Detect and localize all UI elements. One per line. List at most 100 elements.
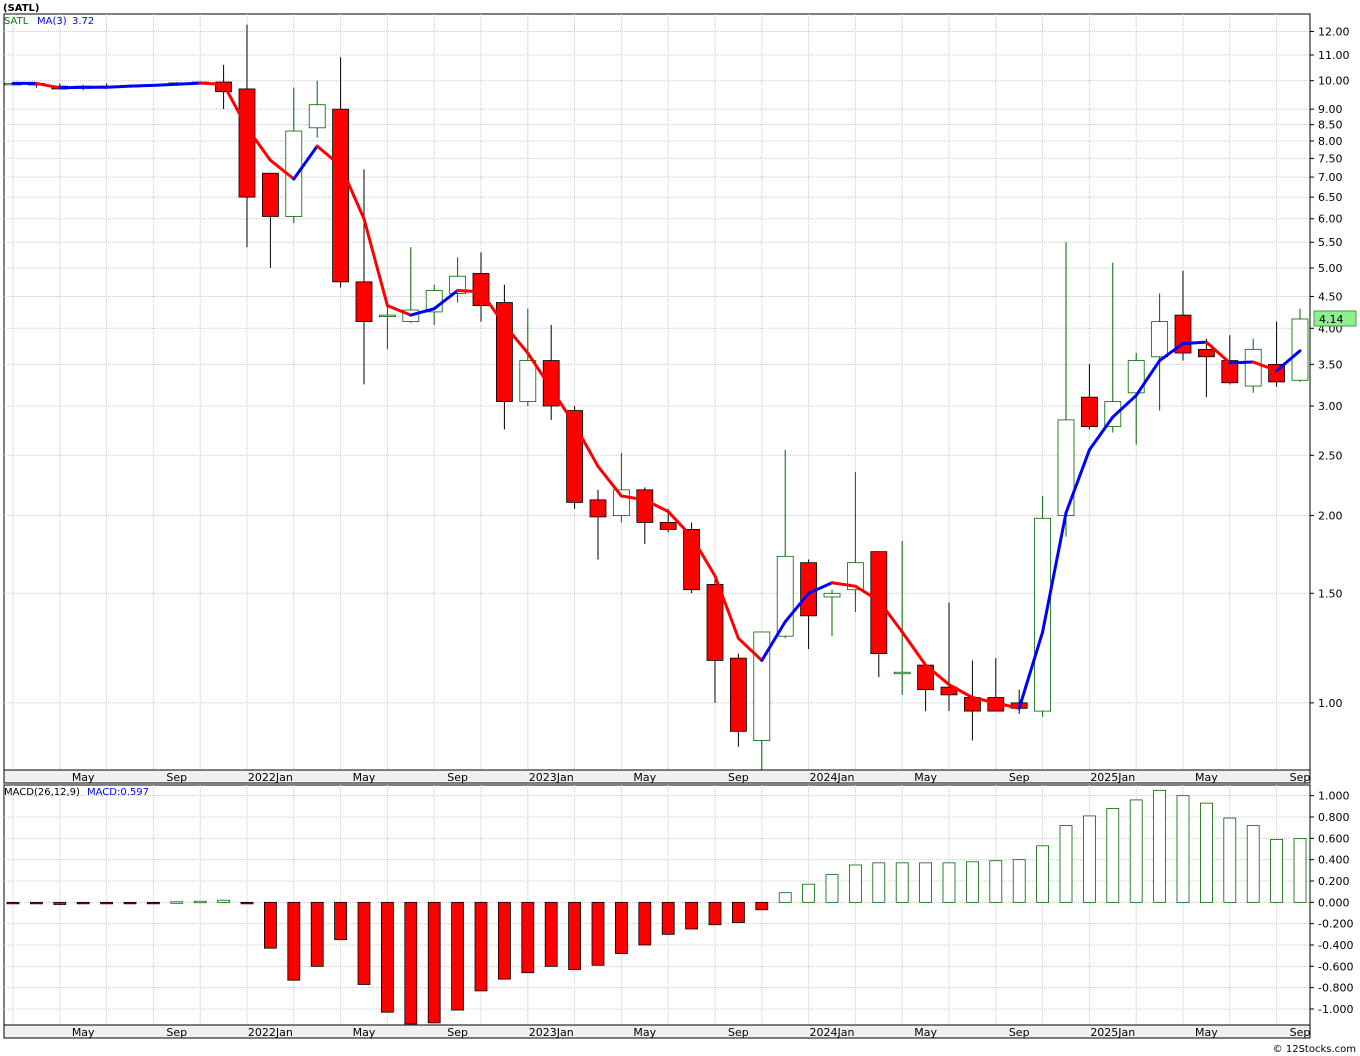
macd-bar — [29, 901, 43, 905]
y-tick-label: 0.200 — [1318, 875, 1350, 888]
y-tick-label: 8.00 — [1318, 135, 1343, 148]
macd-bar — [989, 860, 1003, 903]
stock-chart: 1.001.502.002.503.003.504.004.505.005.50… — [3, 3, 1357, 1055]
x-tick-label: May — [914, 771, 937, 784]
candle-body — [730, 657, 747, 732]
candle-body — [589, 499, 607, 518]
macd-bar — [334, 901, 348, 941]
macd-bar — [708, 901, 722, 926]
macd-bar — [170, 901, 184, 904]
y-tick-label: 1.000 — [1318, 790, 1350, 803]
candle-body — [706, 584, 724, 661]
x-tick-label: 2025Jan — [1090, 1026, 1135, 1039]
macd-bar — [497, 901, 511, 980]
macd-bar — [287, 901, 301, 981]
x-tick-label: Sep — [447, 771, 468, 784]
x-tick-label: 2025Jan — [1090, 771, 1135, 784]
macd-bar — [53, 901, 67, 905]
candle-body — [1034, 517, 1051, 712]
y-tick-label: 8.50 — [1318, 119, 1343, 132]
candle-body — [1151, 321, 1168, 358]
copyright: © 12Stocks.com — [1273, 1044, 1356, 1055]
macd-bar — [778, 892, 792, 903]
macd-bar — [6, 901, 20, 905]
x-tick-label: 2023Jan — [529, 1026, 574, 1039]
macd-bar — [849, 864, 862, 903]
x-tick-label: May — [1195, 771, 1218, 784]
macd-bar — [1129, 799, 1143, 903]
macd-bar — [591, 901, 605, 966]
ma-segment — [198, 81, 226, 86]
ma-segment — [175, 81, 202, 86]
y-tick-label: -0.400 — [1318, 939, 1353, 952]
y-tick-label: 1.50 — [1318, 587, 1343, 600]
y-tick-label: 2.00 — [1318, 510, 1343, 523]
x-tick-label: 2022Jan — [248, 1026, 293, 1039]
macd-bar — [380, 901, 394, 1013]
y-tick-label: 1.00 — [1318, 697, 1343, 710]
macd-bar — [76, 901, 90, 905]
macd-bar — [1012, 859, 1026, 903]
macd-bar — [404, 901, 418, 1025]
candle-body — [1081, 396, 1098, 427]
macd-x-axis: May Sep 2022Jan May Sep 2023Jan May Sep 2024Jan M… — [3, 1024, 1311, 1039]
macd-bar — [638, 901, 652, 946]
x-tick-label: 2022Jan — [248, 771, 293, 784]
chart-title: (SATL) — [3, 3, 40, 14]
macd-bar — [427, 901, 441, 1024]
y-tick-label: 7.00 — [1318, 171, 1343, 184]
macd-bar — [1083, 815, 1096, 903]
y-tick-label: 12.00 — [1318, 25, 1350, 38]
macd-bar — [217, 899, 231, 903]
macd-bar — [451, 901, 465, 1011]
x-tick-label: Sep — [1290, 1026, 1311, 1039]
candle-body — [1198, 348, 1215, 358]
macd-bar — [1293, 838, 1307, 903]
macd-bar — [357, 901, 371, 985]
price-y-axis: 1.001.502.002.503.003.504.004.505.005.50… — [1310, 25, 1357, 710]
price-x-axis: May Sep 2022Jan May Sep 2023Jan May Sep 2024Jan M… — [3, 769, 1311, 784]
macd-y-axis: 1.000 0.800 0.600 0.400 0.200 0.000 -0.200 -0.4… — [1310, 790, 1353, 1016]
macd-bar — [1223, 817, 1237, 903]
y-tick-label: 6.50 — [1318, 191, 1343, 204]
y-tick-label: 6.00 — [1318, 213, 1343, 226]
macd-bar — [825, 874, 839, 903]
candle-body — [893, 671, 911, 675]
ma-segment — [1228, 360, 1255, 365]
x-tick-label: 2024Jan — [810, 771, 855, 784]
macd-bar — [1246, 825, 1260, 903]
macd-bar — [755, 901, 769, 911]
ma-segment — [128, 83, 155, 88]
macd-bar — [544, 901, 558, 967]
price-grid — [3, 13, 1311, 771]
y-tick-label: 5.00 — [1318, 262, 1343, 275]
x-tick-label: Sep — [166, 771, 187, 784]
x-tick-label: May — [353, 1026, 376, 1039]
macd-bar — [919, 862, 932, 903]
candle-body — [378, 314, 396, 318]
x-tick-label: Sep — [166, 1026, 187, 1039]
y-tick-label: 7.50 — [1318, 152, 1343, 165]
x-tick-label: 2024Jan — [810, 1026, 855, 1039]
x-tick-label: May — [633, 1026, 656, 1039]
x-tick-label: Sep — [1009, 1026, 1030, 1039]
candle-body — [636, 489, 654, 523]
candle-body — [659, 522, 677, 530]
macd-bar — [1036, 845, 1049, 903]
macd-bar — [895, 862, 909, 903]
y-tick-label: -0.800 — [1318, 982, 1353, 995]
y-tick-label: 0.000 — [1318, 896, 1350, 909]
candle-body — [238, 88, 256, 198]
candle-body — [823, 592, 841, 598]
macd-bar — [1153, 789, 1166, 903]
candle-body — [519, 360, 537, 402]
macd-bar — [123, 901, 137, 905]
macd-bar — [474, 901, 488, 992]
macd-bar — [568, 901, 581, 970]
x-tick-label: May — [353, 771, 376, 784]
macd-bar — [521, 901, 535, 974]
macd-bar — [1059, 825, 1073, 903]
legend-ma: MA(3) — [37, 16, 67, 27]
macd-bar — [1200, 802, 1213, 903]
macd-bar — [966, 861, 979, 903]
